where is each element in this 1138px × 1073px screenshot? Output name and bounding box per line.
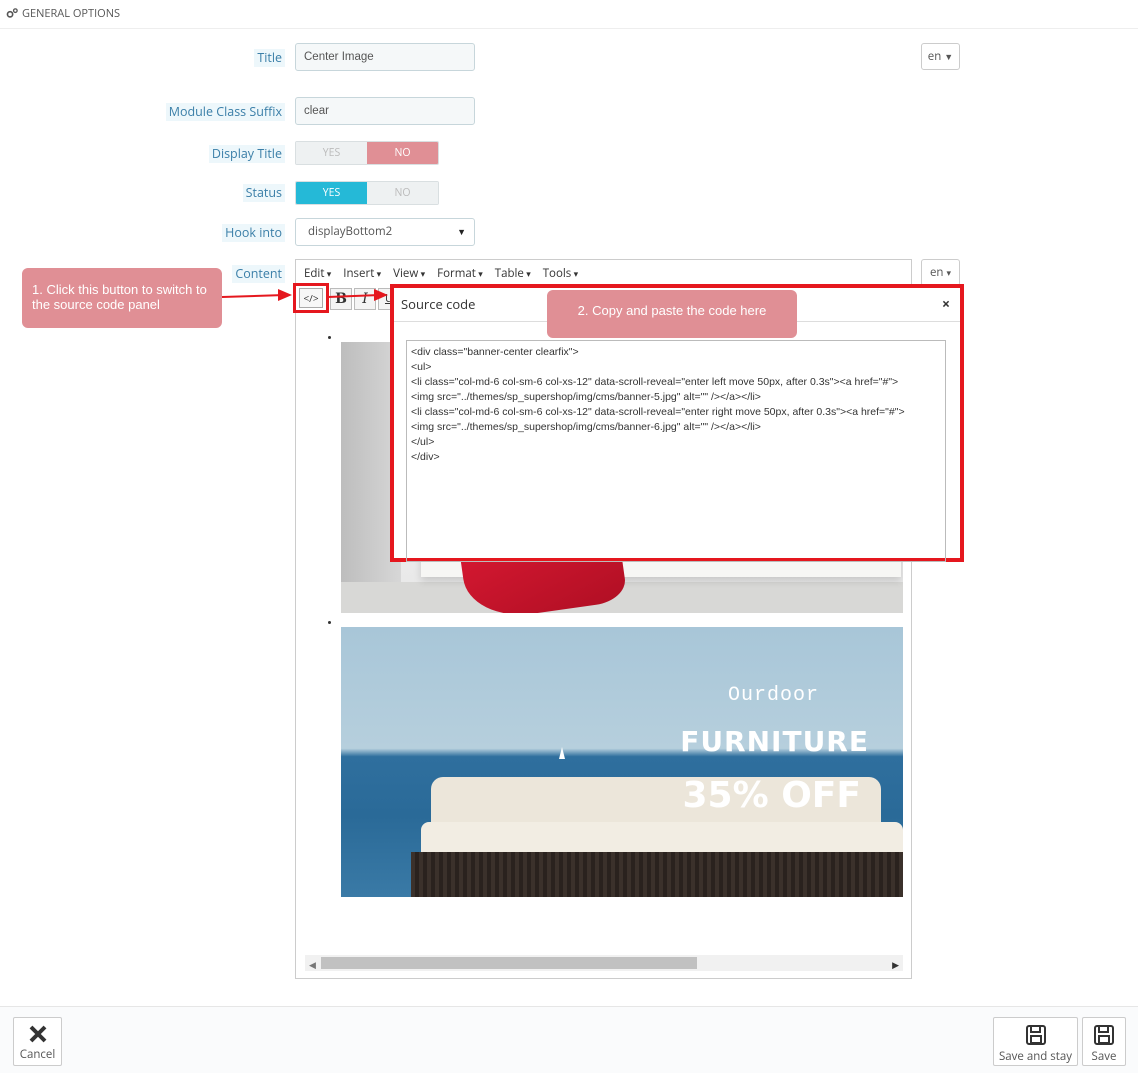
display-title-label: Display Title (208, 145, 285, 163)
hook-select-value: displayBottom2 (308, 224, 393, 239)
caret-down-icon: ▾ (946, 266, 952, 279)
menu-view[interactable]: View (393, 266, 425, 281)
cancel-button[interactable]: Cancel (13, 1017, 62, 1066)
hook-select[interactable]: displayBottom2 ▼ (295, 218, 475, 246)
form-footer (0, 1006, 1138, 1073)
list-bullet (328, 336, 331, 339)
banner-text-line2: FURNITURE (680, 725, 869, 758)
scroll-right-icon[interactable]: ▶ (892, 958, 899, 971)
close-icon[interactable]: × (942, 295, 950, 314)
save-label: Save (1091, 1049, 1117, 1064)
suffix-label: Module Class Suffix (165, 103, 285, 121)
status-label: Status (242, 184, 285, 202)
save-and-stay-button[interactable]: Save and stay (993, 1017, 1078, 1066)
gears-icon (6, 8, 18, 18)
content-label: Content (232, 265, 285, 283)
save-and-stay-label: Save and stay (998, 1049, 1073, 1064)
callout-step2: 2. Copy and paste the code here (547, 290, 797, 338)
menu-tools[interactable]: Tools (543, 266, 578, 281)
scroll-left-icon[interactable]: ◀ (309, 958, 316, 971)
editor-menubar: Edit Insert View Format Table Tools (304, 266, 578, 281)
language-label: en (927, 49, 942, 64)
banner-image-2: Ourdoor FURNITURE 35% OFF (341, 627, 903, 897)
display-title-no[interactable]: NO (367, 142, 438, 164)
status-yes[interactable]: YES (296, 182, 367, 204)
title-input[interactable]: Center Image (295, 43, 475, 71)
banner-text-line3: 35% OFF (682, 775, 862, 816)
horizontal-scrollbar[interactable]: ◀ ▶ (305, 955, 903, 971)
display-title-yes[interactable]: YES (296, 142, 367, 164)
suffix-input[interactable]: clear (295, 97, 475, 125)
panel-heading-title: GENERAL OPTIONS (22, 6, 121, 21)
list-bullet (328, 621, 331, 624)
save-icon (1025, 1025, 1046, 1045)
title-language-dropdown[interactable]: en ▼ (921, 43, 960, 70)
save-button[interactable]: Save (1082, 1017, 1126, 1066)
callout-step1: 1. Click this button to switch to the so… (22, 268, 222, 328)
menu-table[interactable]: Table (495, 266, 531, 281)
dialog-title: Source code (401, 295, 476, 313)
menu-insert[interactable]: Insert (343, 266, 381, 281)
caret-down-icon: ▼ (944, 50, 954, 63)
status-no[interactable]: NO (367, 182, 438, 204)
close-icon (29, 1025, 46, 1043)
status-switch[interactable]: YES NO (295, 181, 439, 205)
arrow-annotation (221, 289, 388, 301)
caret-down-icon: ▼ (457, 225, 466, 238)
cancel-label: Cancel (19, 1047, 56, 1062)
hook-label: Hook into (222, 224, 285, 242)
title-label: Title (254, 49, 285, 67)
scrollbar-thumb[interactable] (321, 957, 697, 969)
divider (0, 28, 1138, 29)
language-label: en (929, 265, 944, 280)
source-code-textarea[interactable]: <div class="banner-center clearfix"> <ul… (406, 340, 946, 562)
menu-format[interactable]: Format (437, 266, 483, 281)
menu-edit[interactable]: Edit (304, 266, 331, 281)
save-icon (1094, 1025, 1114, 1045)
banner-text-line1: Ourdoor (727, 684, 819, 707)
content-language-dropdown[interactable]: en ▾ (921, 259, 960, 286)
panel-heading: GENERAL OPTIONS (6, 6, 120, 21)
display-title-switch[interactable]: YES NO (295, 141, 439, 165)
